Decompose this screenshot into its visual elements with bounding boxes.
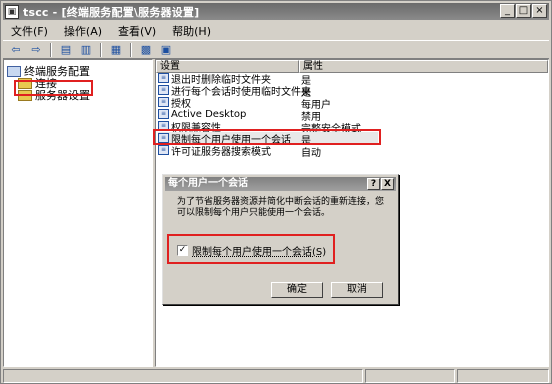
menu-file[interactable]: 文件(F) — [3, 23, 56, 39]
menu-help[interactable]: 帮助(H) — [164, 23, 219, 39]
setting-value: 自动 — [301, 148, 321, 159]
ok-button[interactable]: 确定 — [271, 282, 323, 298]
export-icon[interactable]: ▦ — [107, 42, 125, 57]
highlight-box — [167, 234, 335, 264]
toolbar: ⇦ ⇨ ▤ ▥ ▦ ▩ ▣ — [3, 40, 549, 59]
session-dialog: 每个用户一个会话 ? X 为了节省服务器资源并简化中断会话的重新连接，您可以限制… — [162, 174, 399, 305]
minimize-button[interactable]: _ — [500, 4, 515, 18]
window-title: tscc - [终端服务配置\服务器设置] — [23, 5, 200, 19]
setting-icon: ≡ — [158, 109, 169, 119]
up-folder-icon[interactable]: ▤ — [57, 42, 75, 57]
forward-icon[interactable]: ⇨ — [27, 42, 45, 57]
status-bar — [3, 369, 549, 383]
setting-icon: ≡ — [158, 73, 169, 83]
setting-name: 进行每个会话时使用临时文件夹 — [171, 86, 311, 98]
toolbar-separator — [130, 42, 132, 57]
dialog-description: 为了节省服务器资源并简化中断会话的重新连接，您可以限制每个用户只能使用一个会话。 — [177, 197, 385, 218]
menu-action[interactable]: 操作(A) — [56, 23, 110, 39]
menu-bar: 文件(F) 操作(A) 查看(V) 帮助(H) — [3, 22, 549, 40]
main-window: ▣ tscc - [终端服务配置\服务器设置] _ □ × 文件(F) 操作(A… — [0, 0, 552, 384]
close-button[interactable]: × — [532, 4, 547, 18]
dialog-title: 每个用户一个会话 — [168, 178, 248, 189]
list-item[interactable]: ≡ 授权 — [158, 96, 191, 110]
show-tree-icon[interactable]: ▥ — [77, 42, 95, 57]
setting-icon: ≡ — [158, 97, 169, 107]
list-item[interactable]: ≡ 许可证服务器搜索模式 — [158, 144, 271, 158]
highlight-box — [14, 80, 93, 96]
properties-icon[interactable]: ▣ — [157, 42, 175, 57]
back-icon[interactable]: ⇦ — [7, 42, 25, 57]
setting-icon: ≡ — [158, 85, 169, 95]
help-button[interactable]: ? — [367, 178, 380, 190]
setting-icon: ≡ — [158, 145, 169, 155]
tree-pane[interactable]: 终端服务配置 连接 服务器设置 — [3, 59, 153, 367]
toolbar-separator — [100, 42, 102, 57]
highlight-box — [153, 129, 381, 145]
status-panel — [457, 369, 549, 383]
dialog-close-button[interactable]: X — [381, 178, 394, 190]
status-panel — [3, 369, 363, 383]
toolbar-separator — [50, 42, 52, 57]
dialog-title-bar[interactable]: 每个用户一个会话 ? X — [165, 177, 396, 191]
menu-view[interactable]: 查看(V) — [110, 23, 164, 39]
cancel-button[interactable]: 取消 — [331, 282, 383, 298]
status-panel — [365, 369, 455, 383]
title-bar[interactable]: ▣ tscc - [终端服务配置\服务器设置] _ □ × — [3, 3, 549, 20]
column-header-property[interactable]: 属性 — [299, 60, 548, 73]
maximize-button[interactable]: □ — [516, 4, 531, 18]
console-icon: ▣ — [5, 4, 19, 19]
help-icon[interactable]: ▩ — [137, 42, 155, 57]
